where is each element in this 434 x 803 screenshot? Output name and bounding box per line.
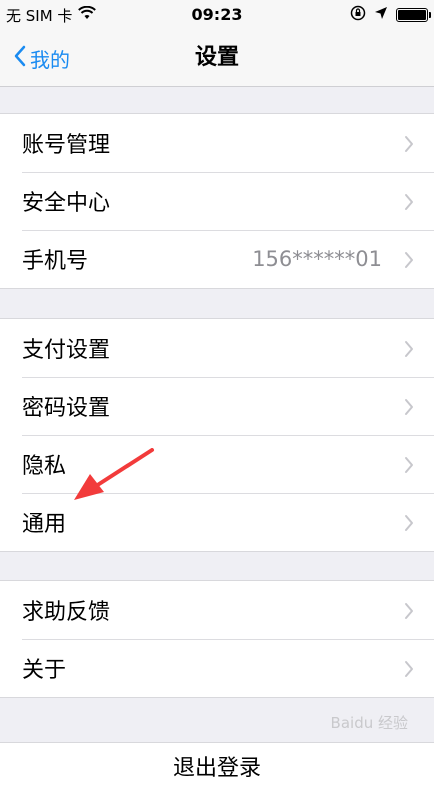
row-phone-number[interactable]: 手机号 156******01 (0, 230, 434, 288)
chevron-right-icon (404, 397, 414, 422)
row-general[interactable]: 通用 (0, 493, 434, 551)
status-bar: 无 SIM 卡 09:23 (0, 0, 434, 30)
row-label: 账号管理 (22, 133, 111, 158)
chevron-right-icon (404, 134, 414, 159)
row-security-center[interactable]: 安全中心 (0, 172, 434, 230)
chevron-right-icon (404, 455, 414, 480)
settings-group-preferences: 支付设置 密码设置 隐私 通用 (0, 318, 434, 552)
row-payment-settings[interactable]: 支付设置 (0, 319, 434, 377)
row-privacy[interactable]: 隐私 (0, 435, 434, 493)
row-about[interactable]: 关于 (0, 639, 434, 697)
settings-group-support: 求助反馈 关于 (0, 580, 434, 698)
red-arrow-annotation (70, 448, 156, 508)
navigation-bar: 我的 设置 (0, 30, 434, 87)
chevron-right-icon (404, 659, 414, 684)
row-label: 通用 (22, 512, 67, 537)
row-password-settings[interactable]: 密码设置 (0, 377, 434, 435)
row-account-management[interactable]: 账号管理 (0, 114, 434, 172)
row-label: 求助反馈 (22, 600, 111, 625)
row-label: 隐私 (22, 454, 67, 479)
row-help-feedback[interactable]: 求助反馈 (0, 581, 434, 639)
row-label: 手机号 (22, 249, 89, 274)
battery-fill (398, 10, 426, 20)
chevron-right-icon (404, 601, 414, 626)
row-label: 支付设置 (22, 338, 111, 363)
chevron-right-icon (404, 192, 414, 217)
row-label: 密码设置 (22, 396, 111, 421)
battery-icon (396, 8, 431, 22)
status-time: 09:23 (191, 5, 243, 24)
settings-group-account: 账号管理 安全中心 手机号 156******01 (0, 113, 434, 289)
row-label: 安全中心 (22, 191, 111, 216)
chevron-right-icon (404, 339, 414, 364)
phone-number-value: 156******01 (252, 247, 382, 271)
watermark: Baidu 经验 (330, 714, 408, 732)
page-title: 设置 (194, 45, 239, 70)
logout-button[interactable]: 退出登录 (0, 742, 434, 803)
chevron-right-icon (404, 513, 414, 538)
chevron-right-icon (404, 250, 414, 275)
row-label: 关于 (22, 658, 67, 683)
